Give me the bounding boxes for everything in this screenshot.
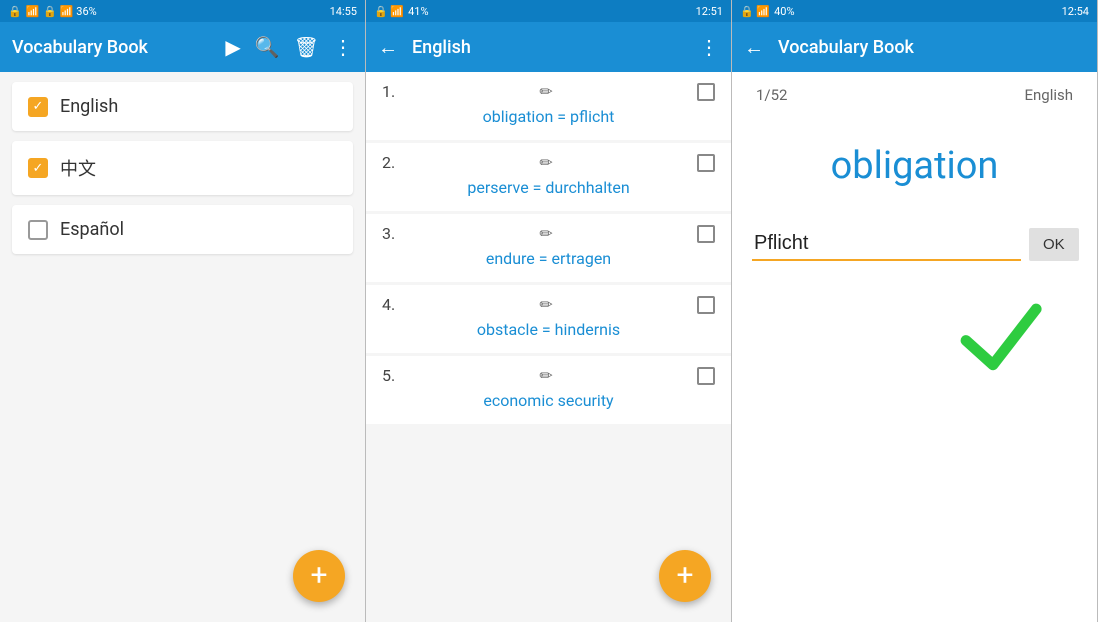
status-bar-1: 🔒 📶 🔒 📶 36% 14:55 [0,0,365,22]
word-number-1: 1. [382,82,395,101]
flashcard-input-row: OK [752,228,1077,261]
checkmark-area [752,291,1077,381]
word-item-1[interactable]: 1. ✏ obligation = pflicht [366,72,731,140]
more-vert-icon[interactable]: ⋮ [333,35,353,59]
battery-3: 40% [774,5,794,18]
panel-vocab-list: 🔒 📶 🔒 📶 36% 14:55 Vocabulary Book ▶ 🔍 🗑 … [0,0,366,622]
pencil-icon-3[interactable]: ✏ [539,224,552,243]
word-translation-3: endure = ertragen [382,249,715,268]
status-icons-1: 🔒 [8,5,22,18]
pencil-icon-2[interactable]: ✏ [539,153,552,172]
status-icons-3: 🔒 📶 [740,5,770,18]
word-item-top-5: 5. ✏ [382,366,715,385]
status-time-2: 12:51 [696,5,723,18]
checkbox-english[interactable]: ✓ [28,97,48,117]
label-english: English [60,96,118,117]
list-item-chinese[interactable]: ✓ 中文 [12,141,353,195]
word-translation-1: obligation = pflicht [382,107,715,126]
status-left-1: 🔒 📶 🔒 📶 36% [8,5,97,18]
flashcard-ok-button[interactable]: OK [1029,228,1079,261]
flashcard-body: 1/52 English obligation OK [732,72,1097,622]
battery-2: 41% [408,5,428,18]
word-item-top-2: 2. ✏ [382,153,715,172]
label-chinese: 中文 [60,155,96,181]
search-icon[interactable]: 🔍 [255,35,280,59]
app-bar-title-3: Vocabulary Book [778,37,1085,58]
flashcard-language: English [1024,86,1073,104]
word-number-3: 3. [382,224,395,243]
word-translation-5: economic security [382,391,715,410]
signal-icon-1: 📶 [26,5,40,18]
status-left-3: 🔒 📶 40% [740,5,795,18]
word-translation-2: perserve = durchhalten [382,178,715,197]
word-checkbox-3[interactable] [697,225,715,243]
word-checkbox-4[interactable] [697,296,715,314]
list-item-english[interactable]: ✓ English [12,82,353,131]
label-espanol: Español [60,219,124,240]
word-checkbox-5[interactable] [697,367,715,385]
list-item-espanol[interactable]: Español [12,205,353,254]
panel-word-list: 🔒 📶 41% 12:51 ← English ⋮ 1. ✏ obligatio… [366,0,732,622]
pencil-icon-5[interactable]: ✏ [539,366,552,385]
status-time-3: 12:54 [1062,5,1089,18]
app-bar-3: ← Vocabulary Book [732,22,1097,72]
status-time-1: 14:55 [330,5,357,18]
correct-checkmark-icon [957,291,1047,381]
flashcard-answer-input[interactable] [752,228,1021,261]
word-item-3[interactable]: 3. ✏ endure = ertragen [366,214,731,282]
word-number-2: 2. [382,153,395,172]
word-number-4: 4. [382,295,395,314]
add-vocab-button[interactable]: + [293,550,345,602]
flashcard-progress: 1/52 [756,86,787,104]
word-checkbox-1[interactable] [697,83,715,101]
checkbox-espanol[interactable] [28,220,48,240]
checkbox-chinese[interactable]: ✓ [28,158,48,178]
status-bar-2: 🔒 📶 41% 12:51 [366,0,731,22]
battery-1: 🔒 📶 36% [43,5,96,18]
word-list: 1. ✏ obligation = pflicht 2. ✏ perserve … [366,72,731,622]
status-left-2: 🔒 📶 41% [374,5,429,18]
pencil-icon-4[interactable]: ✏ [539,295,552,314]
panel-flashcard: 🔒 📶 40% 12:54 ← Vocabulary Book 1/52 Eng… [732,0,1098,622]
app-bar-1: Vocabulary Book ▶ 🔍 🗑 ⋮ [0,22,365,72]
app-bar-title-1: Vocabulary Book [12,37,211,58]
word-item-top-4: 4. ✏ [382,295,715,314]
status-bar-3: 🔒 📶 40% 12:54 [732,0,1097,22]
app-bar-2: ← English ⋮ [366,22,731,72]
back-icon-3[interactable]: ← [744,35,764,60]
pencil-icon-1[interactable]: ✏ [539,82,552,101]
more-vert-icon-2[interactable]: ⋮ [699,35,719,59]
play-icon[interactable]: ▶ [225,35,240,59]
status-icons-2: 🔒 📶 [374,5,404,18]
word-translation-4: obstacle = hindernis [382,320,715,339]
word-checkbox-2[interactable] [697,154,715,172]
trash-icon[interactable]: 🗑 [294,35,319,59]
flashcard-question: obligation [752,144,1077,188]
add-word-button[interactable]: + [659,550,711,602]
word-number-5: 5. [382,366,395,385]
app-bar-title-2: English [412,37,685,58]
word-item-5[interactable]: 5. ✏ economic security [366,356,731,424]
flashcard-meta: 1/52 English [752,72,1077,114]
back-icon-2[interactable]: ← [378,35,398,60]
word-item-top-3: 3. ✏ [382,224,715,243]
word-item-top-1: 1. ✏ [382,82,715,101]
word-item-2[interactable]: 2. ✏ perserve = durchhalten [366,143,731,211]
vocab-list: ✓ English ✓ 中文 Español [0,72,365,622]
word-item-4[interactable]: 4. ✏ obstacle = hindernis [366,285,731,353]
